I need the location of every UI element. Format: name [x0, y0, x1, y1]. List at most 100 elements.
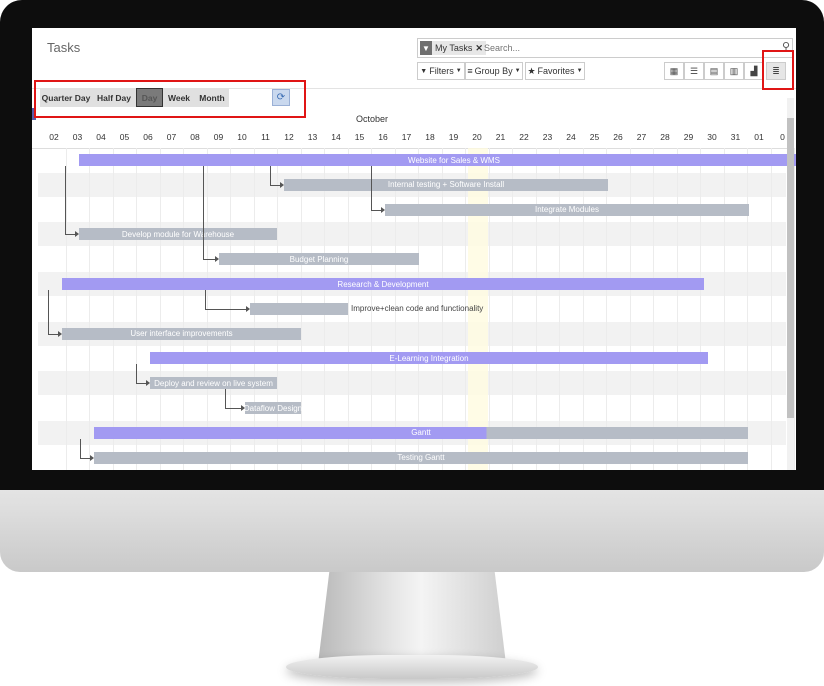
search-input[interactable] — [484, 41, 764, 55]
day-label: 25 — [589, 132, 600, 142]
arrow-right-icon — [215, 256, 219, 263]
day-header: 02 03 04 05 06 07 08 09 10 11 12 13 14 15 16 17 18 19 20 21… — [32, 128, 788, 149]
day-label: 01 — [754, 132, 764, 142]
day-label: 19 — [448, 132, 459, 142]
grid-line — [629, 148, 631, 470]
monitor-chin — [0, 490, 824, 572]
filter-icon: ▼ — [420, 41, 432, 55]
arrow-right-icon — [241, 405, 245, 411]
dependency-connector — [371, 166, 382, 211]
day-label: 26 — [613, 132, 623, 142]
scrollbar-thumb[interactable] — [787, 118, 794, 418]
arrow-right-icon — [58, 330, 62, 337]
grid-line — [582, 148, 584, 470]
gantt-parent-bar[interactable]: Gantt — [94, 426, 748, 439]
pivot-view-icon[interactable]: ▥ — [724, 62, 744, 80]
gantt-task-bar[interactable]: Improve+clean code and functionality — [250, 302, 483, 315]
gantt-task-bar[interactable]: Budget Planning — [219, 253, 419, 266]
caret-down-icon: ▼ — [576, 68, 583, 74]
bars-icon: ≡ — [467, 66, 473, 76]
calendar-view-icon[interactable]: ▤ — [704, 62, 724, 80]
dependency-connector — [48, 290, 59, 335]
grid-line — [559, 148, 561, 470]
gantt-parent-bar[interactable]: E-Learning Integration — [150, 352, 708, 365]
day-label: 24 — [566, 132, 576, 142]
day-label: 20 — [472, 132, 482, 142]
monitor-base — [286, 655, 538, 679]
monitor-stand — [318, 572, 506, 664]
arrow-right-icon — [246, 305, 250, 312]
grid-line — [770, 148, 772, 470]
task-label: Website for Sales & WMS — [408, 155, 500, 165]
list-view-icon[interactable]: ☰ — [684, 62, 704, 80]
arrow-right-icon — [90, 454, 94, 461]
task-label: Research & Development — [337, 279, 429, 289]
gantt-task-bar[interactable]: Integrate Modules — [385, 203, 749, 216]
day-label: 07 — [166, 132, 177, 142]
gantt-task-bar[interactable]: User interface improvements — [62, 327, 301, 340]
task-label: Integrate Modules — [534, 205, 600, 215]
gantt-row — [38, 396, 786, 420]
grid-line — [723, 148, 725, 470]
day-label: 09 — [213, 132, 224, 142]
day-label: 14 — [331, 132, 341, 142]
arrow-right-icon — [75, 231, 79, 238]
dependency-connector — [203, 166, 216, 261]
day-label: 04 — [96, 132, 106, 142]
gantt-view-highlight-box — [762, 50, 794, 90]
day-label: 31 — [730, 132, 741, 142]
gantt-parent-bar[interactable]: Research & Development — [62, 278, 704, 290]
search-box[interactable]: ▼ My Tasks ✕ ⚲ — [417, 38, 793, 58]
task-label: Improve+clean code and functionality — [351, 304, 484, 314]
day-label: 23 — [542, 132, 553, 142]
gantt-task-bar[interactable]: Develop module for Warehouse — [79, 228, 277, 241]
vertical-scrollbar[interactable] — [787, 98, 794, 470]
task-label: Budget Planning — [289, 254, 349, 264]
day-label: 22 — [519, 132, 529, 142]
group-by-label: Group By — [474, 66, 513, 76]
gantt-task-bar[interactable]: Deploy and review on live system — [150, 377, 277, 390]
task-label: Deploy and review on live system — [154, 378, 273, 388]
caret-down-icon: ▼ — [514, 68, 521, 74]
task-label: Develop module for Warehouse — [121, 229, 235, 239]
grid-line — [183, 148, 185, 470]
facet-label: My Tasks — [435, 43, 473, 53]
day-label: 18 — [425, 132, 435, 142]
day-label: 08 — [190, 132, 200, 142]
day-label: 16 — [378, 132, 388, 142]
day-label: 06 — [143, 132, 153, 142]
filters-label: Filters — [429, 66, 454, 76]
star-icon: ★ — [527, 65, 536, 76]
grid-line — [488, 148, 490, 470]
day-label: 03 — [72, 132, 83, 142]
day-label: 02 — [49, 132, 59, 142]
kanban-view-icon[interactable]: ▦ — [664, 62, 684, 80]
gantt-task-bar[interactable]: Dataflow Design — [243, 402, 303, 414]
scale-highlight-box — [34, 80, 306, 118]
search-facet[interactable]: ▼ My Tasks ✕ — [420, 41, 486, 55]
grid-line — [535, 148, 537, 470]
gantt-parent-bar[interactable]: Website for Sales & WMS — [79, 154, 796, 166]
gantt-task-bar[interactable]: Internal testing + Software Install — [284, 178, 608, 191]
task-label: Dataflow Design — [243, 403, 303, 413]
grid-line — [512, 148, 514, 470]
day-label: 28 — [660, 132, 670, 142]
graph-view-icon[interactable]: ▟ — [744, 62, 764, 80]
arrow-right-icon — [280, 181, 284, 188]
gantt-task-bar[interactable]: Testing Gantt — [94, 451, 748, 464]
day-label: 10 — [237, 132, 247, 142]
grid-line — [794, 148, 796, 470]
grid-line — [653, 148, 655, 470]
arrow-right-icon — [146, 380, 150, 387]
facet-remove-icon[interactable]: ✕ — [475, 43, 483, 54]
favorites-button[interactable]: ★ Favorites ▼ — [525, 62, 585, 80]
grid-line — [89, 148, 91, 470]
filters-button[interactable]: ▼ Filters ▼ — [417, 62, 465, 80]
grid-line — [747, 148, 749, 470]
group-by-button[interactable]: ≡ Group By ▼ — [465, 62, 523, 80]
grid-line — [136, 148, 138, 470]
day-label: 15 — [354, 132, 365, 142]
day-label: 12 — [284, 132, 294, 142]
day-label: 11 — [261, 132, 270, 142]
task-label: Internal testing + Software Install — [387, 180, 505, 190]
